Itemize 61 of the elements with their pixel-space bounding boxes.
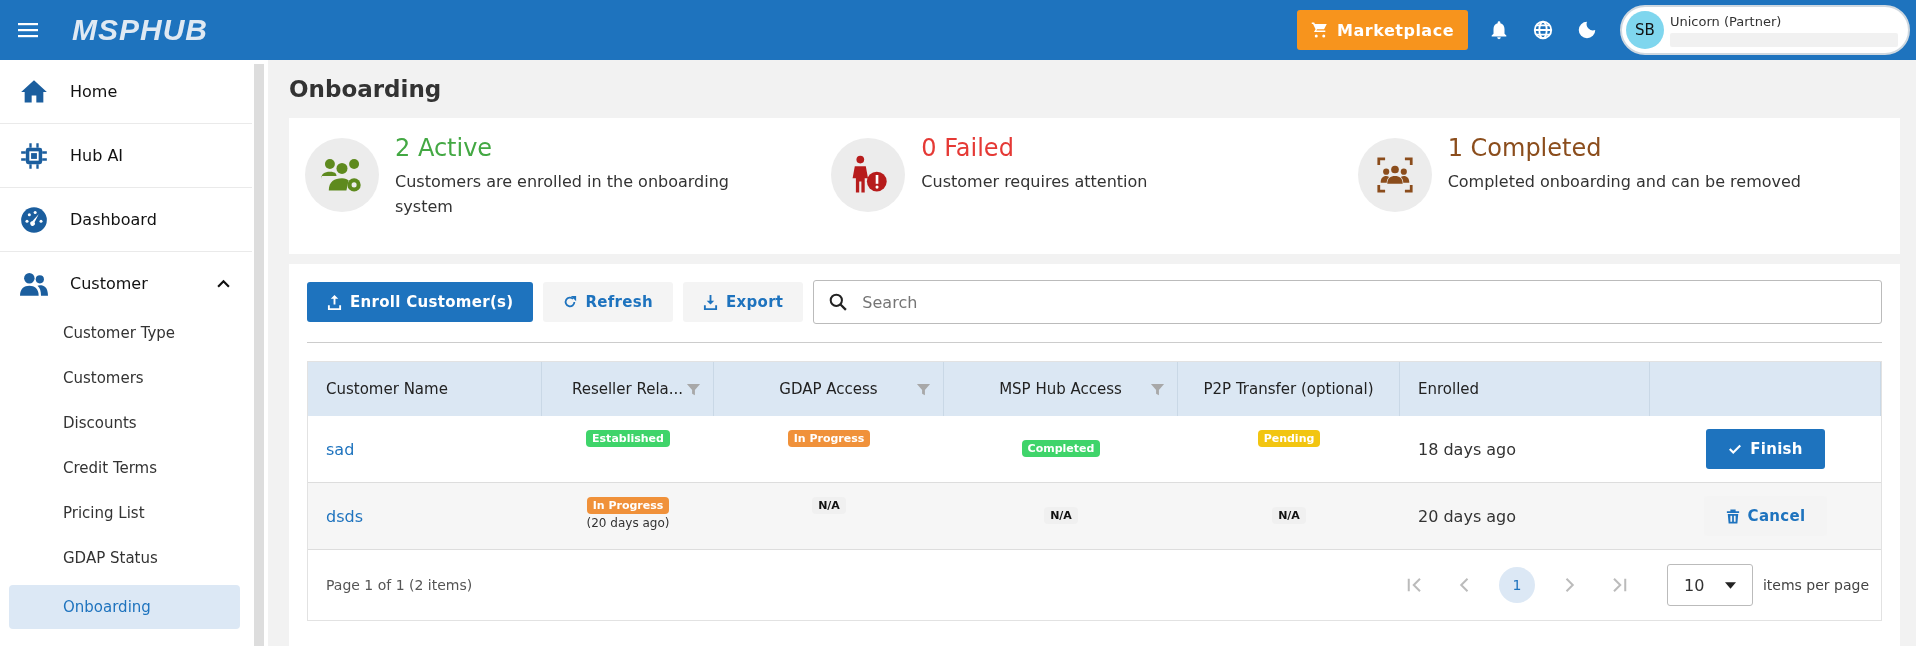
status-badge: N/A: [812, 497, 846, 514]
sidebar-item[interactable]: Dashboard: [0, 188, 252, 252]
sidebar-subitem[interactable]: Onboarding: [9, 585, 240, 629]
sidebar-subitem[interactable]: Credit Terms: [9, 450, 240, 487]
refresh-icon: [563, 295, 578, 309]
customer-link[interactable]: dsds: [326, 506, 363, 526]
filter-icon[interactable]: [686, 381, 701, 397]
sidebar-item[interactable]: Customer: [0, 252, 252, 315]
stat-value: 1 Completed: [1447, 134, 1603, 162]
filter-icon[interactable]: [916, 381, 931, 397]
page-title: Onboarding: [289, 75, 443, 104]
finish-button[interactable]: Finish: [1706, 429, 1825, 469]
page-summary: Page 1 of 1 (2 items): [326, 577, 473, 593]
sidebar-subitem[interactable]: GDAP Status: [9, 540, 240, 577]
check-icon: [1728, 442, 1743, 456]
customer-link[interactable]: sad: [326, 439, 355, 459]
status-badge: Established: [586, 430, 670, 447]
user-menu[interactable]: SB Unicorn (Partner): [1620, 5, 1910, 55]
stat-description: Completed onboarding and can be removed: [1447, 171, 1802, 193]
page-size-label: items per page: [1762, 577, 1869, 593]
avatar: SB: [1626, 11, 1664, 49]
moon-icon[interactable]: [1576, 19, 1598, 41]
sidebar-subitem[interactable]: Discounts: [9, 405, 240, 442]
user-name: Unicorn (Partner): [1670, 13, 1783, 29]
export-button[interactable]: Export: [683, 282, 804, 322]
filter-icon[interactable]: [1150, 381, 1165, 397]
stat-value: 2 Active: [395, 134, 494, 162]
refresh-button[interactable]: Refresh: [543, 282, 673, 322]
sidebar-item[interactable]: Home: [0, 60, 252, 124]
download-icon: [703, 294, 718, 310]
upload-icon: [327, 294, 342, 310]
search-icon: [829, 293, 848, 311]
status-badge: Completed: [1021, 440, 1101, 457]
enrolled-time: 18 days ago: [1418, 439, 1517, 459]
scrollbar[interactable]: [254, 64, 264, 646]
stat-description: Customers are enrolled in the onboarding system: [395, 171, 730, 218]
status-badge: Pending: [1257, 430, 1321, 447]
dropdown-arrow-icon: [1724, 581, 1736, 589]
status-badge: N/A: [1044, 507, 1078, 524]
enrolled-time: 20 days ago: [1418, 506, 1517, 526]
sidebar-subitem[interactable]: Customer Type: [9, 315, 240, 352]
gauge-icon: [18, 205, 50, 234]
stat-description: Customer requires attention: [921, 171, 1149, 193]
menu-icon[interactable]: [18, 22, 38, 38]
stat-value: 0 Failed: [921, 134, 1015, 162]
search-field[interactable]: Search: [813, 280, 1882, 324]
trash-icon: [1725, 508, 1740, 524]
sidebar-subitem[interactable]: Customers: [9, 360, 240, 397]
status-badge: N/A: [1272, 507, 1306, 524]
sidebar-item[interactable]: Hub AI: [0, 124, 252, 188]
page-size-dropdown[interactable]: 10: [1666, 564, 1753, 606]
status-note: (20 days ago): [586, 516, 670, 530]
enroll-button[interactable]: Enroll Customer(s): [307, 282, 534, 322]
globe-icon[interactable]: [1532, 19, 1554, 41]
status-badge: In Progress: [586, 497, 670, 514]
caret-icon: [217, 279, 230, 288]
status-badge: In Progress: [787, 430, 871, 447]
sidebar-subitem[interactable]: Pricing List: [9, 495, 240, 532]
logo: MSPHUB: [72, 13, 208, 47]
page-button[interactable]: 1: [1498, 567, 1535, 603]
chip-icon: [18, 141, 50, 170]
